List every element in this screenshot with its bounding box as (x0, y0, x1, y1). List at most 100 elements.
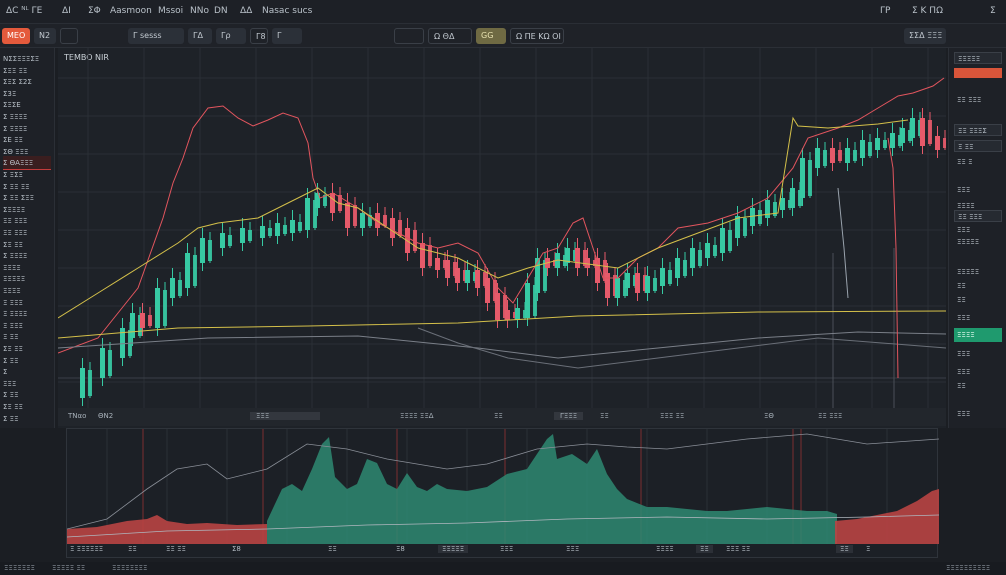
toolbar-button[interactable]: ΓΔ (188, 28, 212, 44)
watchlist-item[interactable]: Σ ΞΞ (3, 412, 51, 426)
toolbar-button[interactable]: Ω ΠΕ ΚΩ ΟΙ (510, 28, 564, 44)
panel-item[interactable] (954, 68, 1002, 78)
candle (360, 213, 365, 228)
candle (683, 260, 687, 276)
panel-item[interactable]: ΞΞΞΞΞ (954, 52, 1002, 64)
candle (605, 273, 610, 298)
candle (713, 245, 717, 256)
menu-item[interactable]: ΔΙ (62, 6, 71, 16)
toolbar-button[interactable]: GG (476, 28, 506, 44)
toolbar-button[interactable]: Ω ΘΔ (428, 28, 472, 44)
candle (875, 138, 880, 150)
axis-label: ΞΞΞΞ ΞΞΔ (400, 412, 434, 420)
candle (860, 140, 865, 158)
candle (808, 160, 812, 196)
panel-item[interactable]: ΞΞΞ (954, 348, 1002, 360)
panel-item[interactable]: ΞΞ ΞΞΞ (954, 210, 1002, 222)
candle (675, 258, 680, 278)
panel-item[interactable]: ΞΞ ΞΞΞ (954, 94, 1002, 106)
axis-label: ΓΞΞΞ (554, 412, 584, 420)
price-chart[interactable]: TEMBO NIR (58, 48, 946, 428)
menu-item[interactable]: ΣΦ (88, 6, 101, 16)
menu-item[interactable]: Σ (990, 6, 996, 16)
panel-item[interactable]: ΞΞΞ (954, 224, 1002, 236)
candle (283, 225, 287, 234)
panel-item[interactable]: ΞΞΞ (954, 366, 1002, 378)
panel-item[interactable]: ΞΞ Ξ (954, 156, 1002, 168)
menu-item[interactable]: NNo (190, 6, 209, 16)
candle (88, 370, 92, 396)
candle (705, 243, 710, 258)
candle (240, 228, 245, 243)
toolbar-button[interactable]: Γ sesss (128, 28, 184, 44)
candle (200, 238, 205, 263)
toolbar-button[interactable]: Γ (272, 28, 302, 44)
candle (660, 268, 665, 286)
candle (220, 233, 225, 248)
watchlist-panel: ΝΣΣΞΞΞΣΞ ΣΞΞ ΞΞ ΣΞΣ Σ2Σ Σ3Ξ ΣΞΣΕ Σ ΞΞΞΞ Σ ΞΞΞΞ… (0, 48, 55, 428)
price-chart-canvas[interactable] (58, 48, 946, 428)
toolbar-button[interactable] (60, 28, 78, 44)
buy-button[interactable]: ΞΞΞΞ (954, 328, 1002, 342)
menu-item[interactable]: ΔC ᴺᴸ ΓΕ (6, 6, 42, 16)
candle (615, 278, 620, 298)
candle (228, 235, 232, 246)
candle (305, 198, 310, 230)
panel-item[interactable]: ΞΞΞ (954, 184, 1002, 196)
panel-item[interactable]: ΞΞ (954, 280, 1002, 292)
volume-axis-label: ΞΞΞ (566, 545, 580, 553)
axis-label: ΞΞΞ (250, 412, 320, 420)
menu-item[interactable]: Aasmoon (110, 6, 152, 16)
volume-axis-label: ΞΞΞΞ (656, 545, 674, 553)
menu-item[interactable]: Σ Κ ΠΩ (912, 6, 943, 16)
candle (868, 142, 872, 156)
candle (525, 283, 530, 318)
candle (635, 273, 640, 293)
panel-item[interactable]: ΞΞ (954, 380, 1002, 392)
candle (585, 258, 590, 268)
volume-axis-label: ΞΞ (128, 545, 137, 553)
toolbar-button[interactable]: Ν2 (34, 28, 56, 44)
candle (920, 118, 925, 146)
menu-item[interactable]: Nasac sucs (262, 6, 312, 16)
menu-item[interactable]: ΓΡ (880, 6, 890, 16)
volume-axis: Ξ ΞΞΞΞΞΞ ΞΞ ΞΞ ΞΞ Σ8 ΞΞ Ξ8 ΞΞΞΞΞ ΞΞΞ ΞΞΞ ΞΞΞΞ ΞΞ ΞΞ… (66, 543, 938, 557)
toolbar-button[interactable]: Γ8 (250, 28, 268, 44)
logo-button[interactable]: MEO (2, 28, 30, 44)
candle (645, 276, 650, 293)
toolbar-button[interactable] (394, 28, 424, 44)
candle (475, 270, 480, 288)
toolbar-button[interactable]: Γρ (216, 28, 246, 44)
panel-item[interactable]: ΞΞΞ (954, 312, 1002, 324)
panel-item[interactable]: ΞΞ (954, 294, 1002, 306)
candle (260, 226, 265, 238)
candle (155, 288, 160, 328)
candle (575, 248, 580, 268)
candle (720, 228, 725, 253)
candle (625, 273, 630, 288)
candle (845, 148, 850, 163)
panel-item[interactable]: Ξ ΞΞ (954, 140, 1002, 152)
menu-item[interactable]: DN (214, 6, 228, 16)
panel-item[interactable]: ΞΞ ΞΞΞΣ (954, 124, 1002, 136)
menu-item[interactable]: ΔΔ (240, 6, 252, 16)
toolbar-button[interactable]: ΣΣΔ ΞΞΞ (904, 28, 946, 44)
candle (743, 218, 747, 236)
volume-chart[interactable] (66, 428, 939, 559)
candle (758, 210, 762, 224)
candle (910, 118, 915, 138)
volume-axis-label: ΞΞ ΞΞ (166, 545, 186, 553)
candle (800, 158, 805, 198)
candle (750, 208, 755, 226)
candle (515, 308, 520, 320)
volume-axis-label: Ξ ΞΞΞΞΞΞ (70, 545, 104, 553)
menu-item[interactable]: Mssoi (158, 6, 183, 16)
candle (100, 348, 105, 378)
panel-item[interactable]: ΞΞΞΞΞ (954, 266, 1002, 278)
trend-line-gray (58, 331, 946, 359)
panel-item[interactable]: ΞΞΞ (954, 408, 1002, 420)
volume-chart-canvas[interactable] (67, 429, 939, 559)
candle (163, 290, 167, 326)
panel-item[interactable]: ΞΞΞΞΞ (954, 236, 1002, 248)
candle (108, 350, 112, 376)
